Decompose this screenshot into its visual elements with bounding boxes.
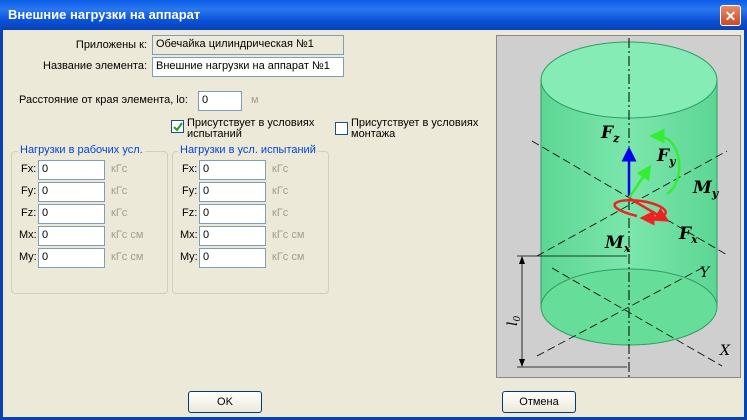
test-mx-input[interactable]: 0 (199, 226, 266, 246)
test-my-input[interactable]: 0 (199, 248, 266, 268)
test-fy-input[interactable]: 0 (199, 182, 266, 202)
test-conditions-label-2: испытаний (187, 128, 242, 140)
test-my-label: My: (180, 251, 198, 263)
loads-diagram: l0 Fz Fy My Fx Mx Y X (496, 35, 741, 378)
working-mx-unit: кГс см (111, 229, 144, 241)
working-fx-label: Fx: (21, 163, 37, 175)
attached-field: Обечайка цилиндрическая №1 (152, 35, 344, 55)
test-mx-unit: кГс см (272, 229, 305, 241)
working-fx-input[interactable]: 0 (38, 160, 105, 180)
window-title: Внешние нагрузки на аппарат (8, 7, 201, 22)
lo-arrow-bottom (519, 359, 525, 367)
test-fx-unit: кГс (272, 163, 289, 175)
distance-unit: м (251, 94, 259, 106)
working-fx-unit: кГс (111, 163, 128, 175)
working-mx-label: Mx: (19, 229, 37, 241)
working-my-unit: кГс см (111, 251, 144, 263)
ok-button[interactable]: OK (188, 391, 262, 413)
test-fz-input[interactable]: 0 (199, 204, 266, 224)
close-button[interactable]: ✕ (720, 5, 741, 26)
test-fz-label: Fz: (182, 207, 198, 219)
checkmark-icon (173, 122, 183, 132)
working-loads-title: Нагрузки в рабочих усл. (18, 144, 145, 156)
test-conditions-checkbox[interactable] (171, 120, 184, 133)
working-fz-label: Fz: (21, 207, 37, 219)
axis-x-label: X (719, 343, 731, 359)
working-fy-input[interactable]: 0 (38, 182, 105, 202)
working-my-label: My: (19, 251, 37, 263)
test-my-unit: кГс см (272, 251, 305, 263)
lo-arrow-top (519, 256, 525, 264)
test-fy-label: Fy: (182, 185, 198, 197)
working-fz-unit: кГс (111, 207, 128, 219)
element-name-label: Название элемента: (43, 60, 147, 72)
working-fz-input[interactable]: 0 (38, 204, 105, 224)
cancel-button[interactable]: Отмена (502, 391, 576, 413)
attached-label: Приложены к: (75, 39, 147, 51)
test-loads-title: Нагрузки в усл. испытаний (178, 144, 318, 156)
test-fz-unit: кГс (272, 207, 289, 219)
distance-input[interactable]: 0 (198, 91, 242, 111)
test-fx-input[interactable]: 0 (199, 160, 266, 180)
distance-label: Расстояние от края элемента, lo: (19, 94, 188, 106)
working-my-input[interactable]: 0 (38, 248, 105, 268)
working-fy-unit: кГс (111, 185, 128, 197)
lo-label: l0 (505, 316, 523, 326)
mount-conditions-label-2: монтажа (351, 128, 396, 140)
mount-conditions-checkbox[interactable] (335, 122, 348, 135)
test-fx-label: Fx: (182, 163, 198, 175)
element-name-input[interactable]: Внешние нагрузки на аппарат №1 (152, 57, 344, 77)
working-fy-label: Fy: (21, 185, 37, 197)
cylinder-loads-illustration: l0 Fz Fy My Fx Mx Y X (505, 38, 731, 377)
test-mx-label: Mx: (180, 229, 198, 241)
test-fy-unit: кГс (272, 185, 289, 197)
working-mx-input[interactable]: 0 (38, 226, 105, 246)
title-bar: Внешние нагрузки на аппарат ✕ (0, 0, 747, 30)
